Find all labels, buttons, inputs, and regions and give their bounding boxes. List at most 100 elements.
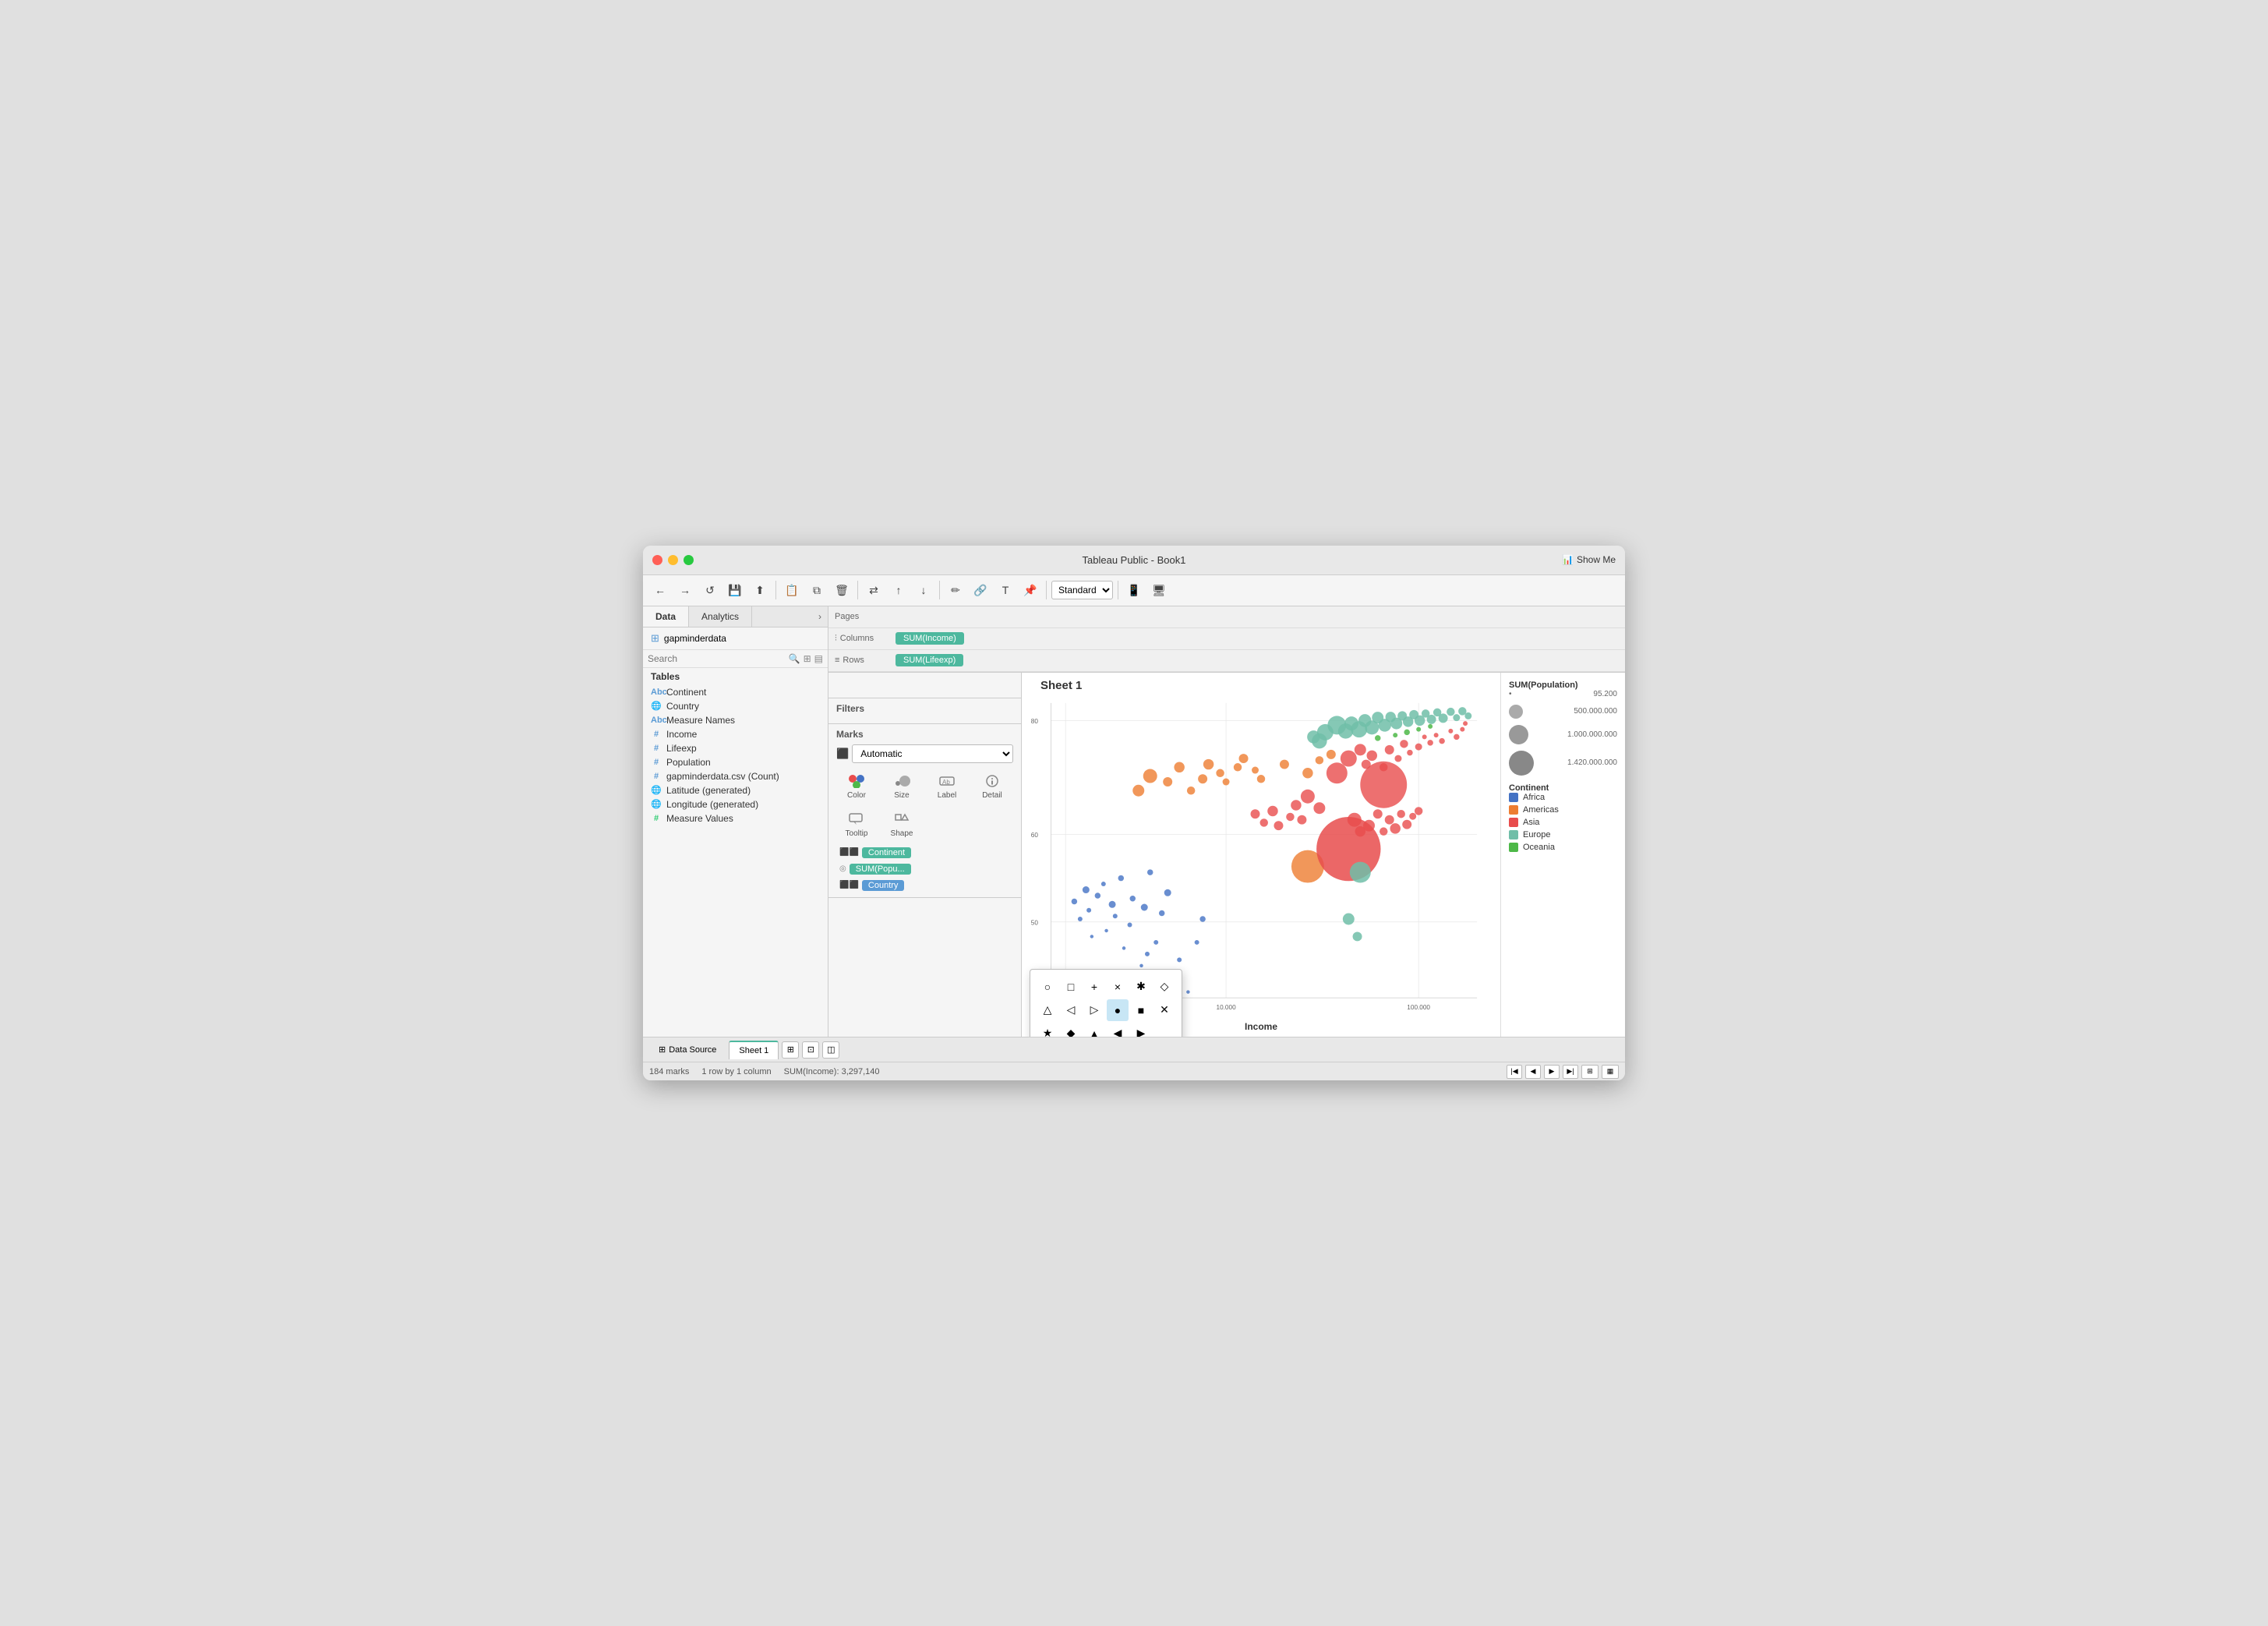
show-me-button[interactable]: 📊 Show Me [1562,554,1616,565]
db-icon-bottom: ⊞ [659,1045,666,1055]
detail-button[interactable]: Detail [972,769,1012,803]
shape-diamond-filled[interactable]: ◆ [1060,1023,1082,1037]
data-tab[interactable]: Data [643,606,689,627]
label-button[interactable]: Ab Label [927,769,967,803]
new-worksheet-button[interactable]: 📋 [781,579,803,601]
marks-field-country[interactable]: ⬛⬛ Country [836,878,1013,893]
shape-arrow-left[interactable]: ◁ [1060,999,1082,1021]
tooltip-button[interactable]: Tooltip [836,808,877,841]
filter-icon[interactable]: ⊞ [804,653,811,664]
size-value-4: 1.420.000.000 [1567,758,1617,767]
size-button[interactable]: Size [881,769,922,803]
size-icon [892,772,912,790]
view-toggle-icon[interactable]: ▤ [814,653,823,664]
rows-pill[interactable]: SUM(Lifeexp) [896,654,963,666]
marks-field-population[interactable]: ◎ SUM(Popu... [836,862,1013,876]
fields-list: Abc Continent 🌐 Country Abc Measure Name… [643,685,828,825]
legend-asia[interactable]: Asia [1509,818,1617,827]
shape-button[interactable]: Shape [881,808,922,841]
shape-circle[interactable]: ○ [1037,976,1058,998]
columns-pill[interactable]: SUM(Income) [896,632,964,645]
device-preview-button[interactable]: 📱 [1123,579,1145,601]
toolbar: ← → ↺ 💾 ⬆ 📋 ⧉ 🗑 ⇄ ↑ ↓ ✏ 🔗 T 📌 Standard 📱… [643,575,1625,606]
view-grid-button[interactable]: ▦ [1602,1065,1619,1079]
field-lifeexp[interactable]: # Lifeexp [643,741,828,755]
shape-star-filled[interactable]: ★ [1037,1023,1058,1037]
publish-button[interactable]: ⬆ [749,579,771,601]
field-measure-names[interactable]: Abc Measure Names [643,713,828,727]
legend-americas[interactable]: Americas [1509,805,1617,815]
field-measure-values[interactable]: # Measure Values [643,811,828,825]
filters-title: Filters [836,703,1013,714]
sort-asc-button[interactable]: ↑ [888,579,910,601]
swap-button[interactable]: ⇄ [863,579,885,601]
new-story-button[interactable]: ◫ [822,1041,839,1059]
add-sheet-button[interactable]: ⊞ [782,1041,799,1059]
minimize-button[interactable] [668,555,678,565]
legend-africa[interactable]: Africa [1509,793,1617,802]
new-dashboard-button[interactable]: ⊡ [802,1041,819,1059]
bottom-bar: ⊞ Data Source Sheet 1 ⊞ ⊡ ◫ [643,1037,1625,1062]
search-input[interactable] [648,653,786,664]
shape-triangle-outline[interactable]: △ [1037,999,1058,1021]
globe-green-icon-2: 🌐 [651,799,662,809]
sort-desc-button[interactable]: ↓ [913,579,934,601]
color-label: Color [847,791,866,800]
population-pill[interactable]: SUM(Popu... [850,864,911,875]
field-count[interactable]: # gapminderdata.csv (Count) [643,769,828,783]
field-income[interactable]: # Income [643,727,828,741]
continent-pill[interactable]: Continent [862,847,911,858]
forward-button[interactable]: → [674,579,696,601]
shape-x[interactable]: × [1107,976,1129,998]
shape-circle-filled[interactable]: ● [1107,999,1129,1021]
text-button[interactable]: T [994,579,1016,601]
presentation-button[interactable]: 🖥 [1148,579,1170,601]
marks-field-continent[interactable]: ⬛⬛ Continent [836,846,1013,860]
back-button[interactable]: ← [649,579,671,601]
save-button[interactable]: 💾 [724,579,746,601]
field-longitude[interactable]: 🌐 Longitude (generated) [643,797,828,811]
nav-first-button[interactable]: |◀ [1507,1065,1522,1079]
shape-asterisk[interactable]: ✱ [1130,976,1152,998]
sheet1-tab[interactable]: Sheet 1 [729,1041,779,1059]
marks-type-dropdown[interactable]: Automatic [852,744,1013,763]
nav-prev-button[interactable]: ◀ [1525,1065,1541,1079]
shape-square[interactable]: □ [1060,976,1082,998]
data-source-tab[interactable]: ⊞ Data Source [649,1041,726,1059]
legend-europe[interactable]: Europe [1509,830,1617,840]
analytics-tab[interactable]: Analytics [689,606,752,627]
shape-arrow-right[interactable]: ▷ [1083,999,1105,1021]
field-country[interactable]: 🌐 Country [643,699,828,713]
nav-next-button[interactable]: ▶ [1544,1065,1560,1079]
color-button[interactable]: Color [836,769,877,803]
abc-icon: Abc [651,688,662,697]
shape-square-filled[interactable]: ■ [1130,999,1152,1021]
panel-close-button[interactable]: › [812,606,828,627]
tooltip-button[interactable]: 🔗 [970,579,991,601]
legend-oceania[interactable]: Oceania [1509,843,1617,852]
clear-button[interactable]: 🗑 [831,579,853,601]
pages-shelf: Pages [828,606,1625,628]
datasource-row[interactable]: ⊞ gapminderdata [643,627,828,650]
shape-diamond-outline[interactable]: ◇ [1153,976,1175,998]
field-continent[interactable]: Abc Continent [643,685,828,699]
pin-button[interactable]: 📌 [1019,579,1041,601]
size-value-2: 500.000.000 [1574,707,1617,716]
oceania-label: Oceania [1523,843,1555,852]
duplicate-button[interactable]: ⧉ [806,579,828,601]
close-button[interactable] [652,555,662,565]
shape-plus[interactable]: + [1083,976,1105,998]
annotate-button[interactable]: ✏ [945,579,966,601]
refresh-button[interactable]: ↺ [699,579,721,601]
shape-arrow-left-filled[interactable]: ◀ [1107,1023,1129,1037]
field-latitude[interactable]: 🌐 Latitude (generated) [643,783,828,797]
shape-triangle-filled[interactable]: ▲ [1083,1023,1105,1037]
maximize-button[interactable] [684,555,694,565]
view-list-button[interactable]: ⊞ [1581,1065,1599,1079]
field-population[interactable]: # Population [643,755,828,769]
shape-x-filled[interactable]: ✕ [1153,999,1175,1021]
fit-select[interactable]: Standard [1051,581,1113,599]
shape-arrow-right-filled[interactable]: ▶ [1130,1023,1152,1037]
nav-last-button[interactable]: ▶| [1563,1065,1578,1079]
country-pill[interactable]: Country [862,880,905,891]
